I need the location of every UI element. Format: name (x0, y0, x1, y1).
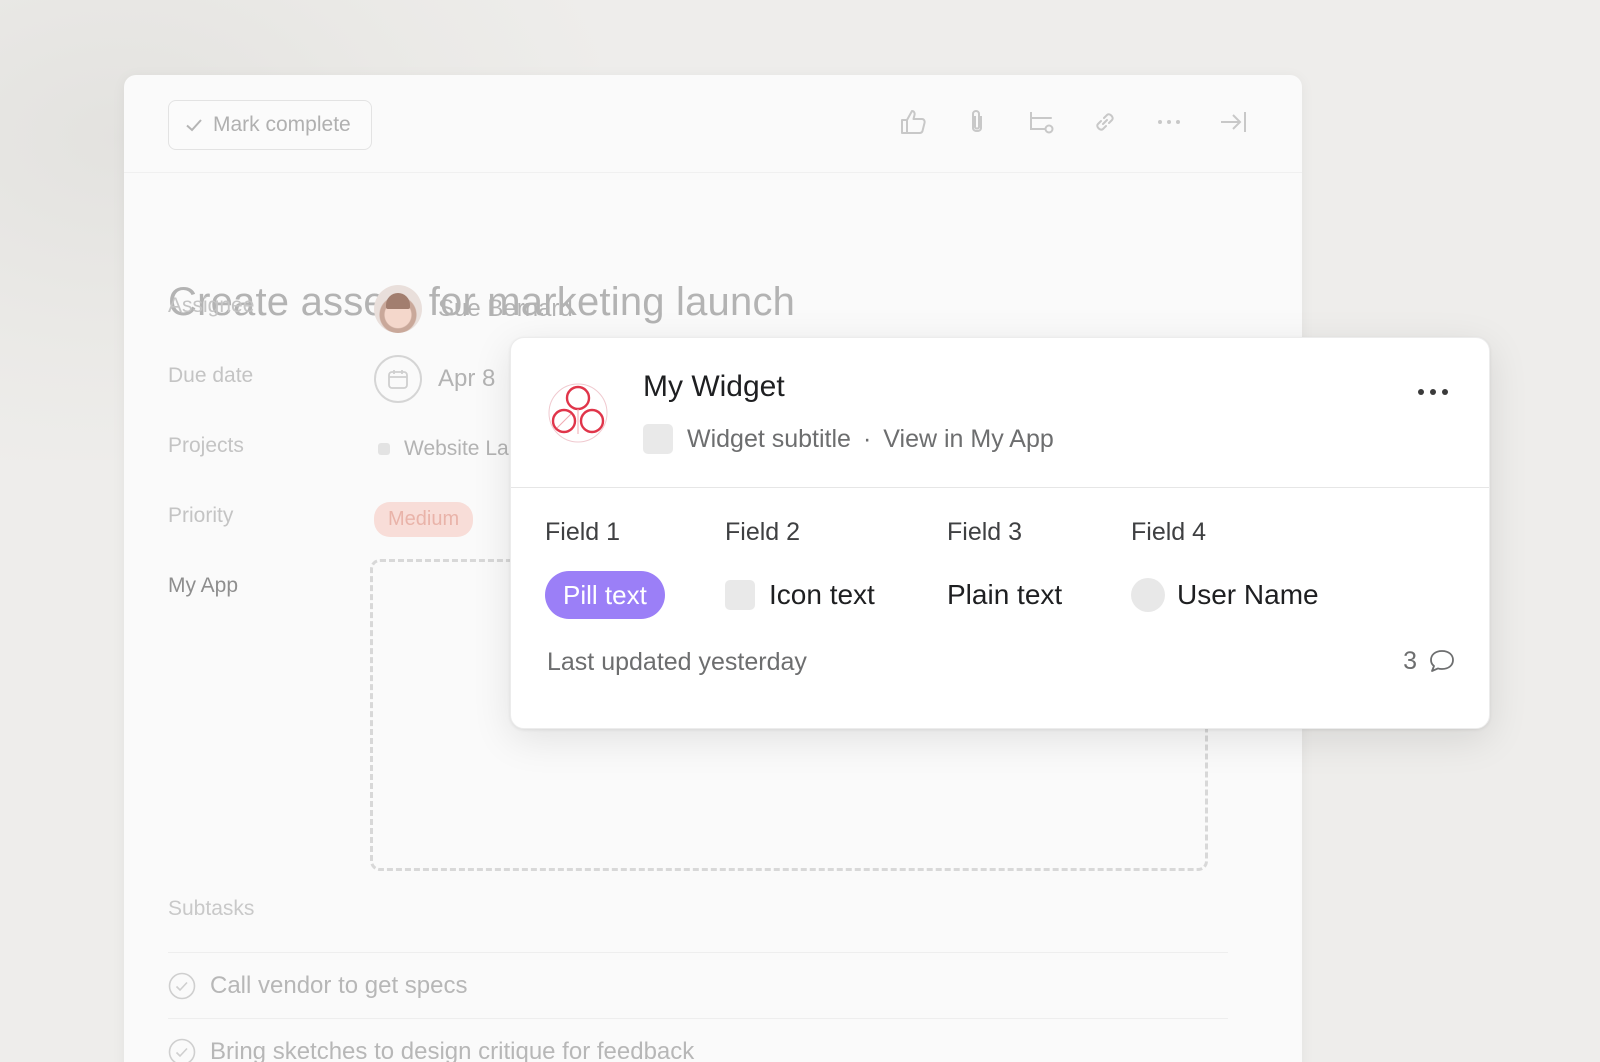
check-circle-icon[interactable] (168, 972, 196, 1000)
subtitle-icon (643, 424, 673, 454)
widget-subtitle: Widget subtitle (687, 424, 851, 453)
subtask-label: Bring sketches to design critique for fe… (210, 1037, 695, 1062)
app-logo-icon (548, 383, 608, 443)
pill-value: Pill text (545, 571, 665, 619)
due-date-text: Apr 8 (438, 365, 496, 392)
close-pane-icon[interactable] (1216, 105, 1250, 139)
projects-label: Projects (168, 434, 244, 457)
plain-text-value: Plain text (947, 579, 1063, 610)
widget-field-3: Field 3 Plain text (947, 518, 1062, 619)
link-icon[interactable] (1088, 105, 1122, 139)
widget-header: My Widget Widget subtitle · View in My A… (511, 338, 1489, 488)
assignee-label: Assignee (168, 294, 255, 317)
check-circle-icon[interactable] (168, 1038, 196, 1062)
field-label: Field 2 (725, 518, 801, 546)
field-label: Field 1 (545, 518, 621, 546)
priority-label: Priority (168, 504, 234, 527)
project-name: Website La (404, 437, 509, 460)
assignee-row: Assignee Sue Bernard (168, 284, 1268, 334)
view-in-app-link[interactable]: View in My App (883, 425, 1053, 454)
due-date-value[interactable]: Apr 8 (374, 354, 495, 404)
thumbs-up-icon[interactable] (896, 105, 930, 139)
widget-field-2: Field 2 Icon text (725, 518, 875, 619)
subtask-item[interactable]: Bring sketches to design critique for fe… (168, 1018, 1228, 1062)
subtasks-label: Subtasks (168, 897, 255, 920)
more-icon[interactable] (1152, 105, 1186, 139)
comment-count: 3 (1403, 646, 1417, 675)
priority-pill: Medium (374, 501, 474, 537)
paperclip-icon[interactable] (960, 105, 994, 139)
last-updated-text: Last updated yesterday (547, 648, 807, 676)
comment-bubble-icon (1430, 650, 1454, 672)
widget-subtitle-row: Widget subtitle · View in My App (643, 424, 1054, 454)
subtask-item[interactable]: Call vendor to get specs (168, 952, 1228, 1018)
user-name-value: User Name (1177, 579, 1319, 610)
icon-text-value: Icon text (769, 579, 875, 610)
task-toolbar: Mark complete (124, 75, 1302, 173)
due-date-label: Due date (168, 364, 254, 387)
avatar (374, 285, 422, 333)
user-avatar (1131, 578, 1165, 612)
mark-complete-label: Mark complete (213, 113, 351, 136)
widget-field-4: Field 4 User Name (1131, 518, 1319, 619)
separator-dot: · (862, 424, 872, 453)
comments-button[interactable]: 3 (1403, 646, 1457, 676)
assignee-name: Sue Bernard (438, 295, 573, 322)
widget-title: My Widget (643, 370, 785, 403)
widget-more-icon[interactable] (1411, 382, 1455, 402)
subtask-label: Call vendor to get specs (210, 971, 468, 999)
calendar-icon (374, 355, 422, 403)
field-label: Field 4 (1131, 518, 1207, 546)
check-icon (186, 119, 202, 132)
widget-field-1: Field 1 Pill text (545, 518, 665, 619)
projects-value[interactable]: Website La (374, 424, 509, 474)
field-icon (725, 580, 755, 610)
widget-card: My Widget Widget subtitle · View in My A… (510, 337, 1490, 729)
assignee-value[interactable]: Sue Bernard (374, 284, 573, 334)
mark-complete-button[interactable]: Mark complete (168, 100, 372, 150)
field-label: Field 3 (947, 518, 1023, 546)
my-app-label: My App (168, 574, 239, 597)
priority-value[interactable]: Medium (374, 494, 474, 544)
subtask-icon[interactable] (1024, 105, 1058, 139)
project-color-icon (378, 443, 390, 455)
